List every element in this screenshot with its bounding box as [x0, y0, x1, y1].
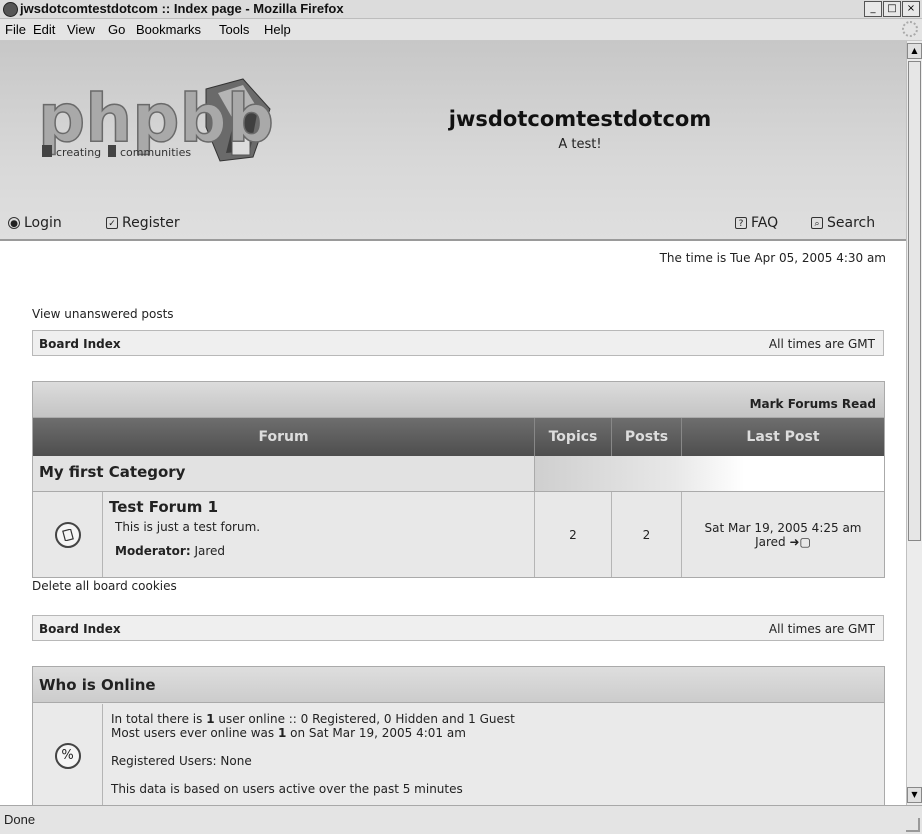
forum-table: Mark Forums Read Forum Topics Posts Last… [32, 381, 885, 578]
forum-topics-count: 2 [535, 492, 612, 577]
category-name[interactable]: My first Category [33, 456, 535, 491]
forum-header: phpbb creating communities jwsdotcomtest… [0, 41, 906, 241]
close-button[interactable]: × [902, 1, 920, 17]
last-post-user[interactable]: Jared [755, 535, 786, 549]
menu-bar: File Edit View Go Bookmarks Tools Help [0, 19, 922, 41]
help-icon: ? [735, 217, 747, 229]
registered-users: Registered Users: None [111, 754, 252, 768]
delete-cookies-link[interactable]: Delete all board cookies [32, 579, 177, 593]
header-forum: Forum [33, 418, 535, 456]
who-is-online-panel: Who is Online % In total there is 1 user… [32, 666, 885, 805]
status-text: Done [4, 812, 36, 827]
menu-edit[interactable]: Edit [33, 22, 55, 37]
site-title: jwsdotcomtestdotcom [448, 107, 712, 131]
search-icon: ⌕ [811, 217, 823, 229]
site-description: A test! [558, 137, 602, 152]
mark-forums-read-link[interactable]: Mark Forums Read [750, 397, 876, 411]
minimize-button[interactable]: _ [864, 1, 882, 17]
category-row: My first Category [33, 456, 884, 492]
online-users-icon: % [54, 742, 81, 769]
menu-file[interactable]: File [5, 22, 26, 37]
forum-name-link[interactable]: Test Forum 1 [109, 498, 528, 516]
page-content: phpbb creating communities jwsdotcomtest… [0, 41, 906, 805]
faq-label: FAQ [751, 215, 779, 231]
menu-help[interactable]: Help [264, 22, 291, 37]
active-note: This data is based on users active over … [111, 782, 463, 796]
who-is-online-title: Who is Online [33, 667, 884, 703]
register-label: Register [122, 215, 180, 231]
resize-grip-icon[interactable] [906, 818, 920, 832]
login-link[interactable]: ● Login [8, 215, 62, 231]
unanswered-posts-link[interactable]: View unanswered posts [32, 307, 174, 321]
lock-icon: ● [8, 217, 20, 229]
goto-last-post-icon[interactable]: ➜▢ [789, 535, 810, 549]
moderator-link[interactable]: Jared [194, 544, 225, 558]
search-label: Search [827, 215, 876, 231]
header-posts: Posts [612, 418, 682, 456]
breadcrumb: Board Index All times are GMT [32, 330, 884, 356]
last-post-date: Sat Mar 19, 2005 4:25 am [704, 520, 862, 535]
online-stats: In total there is 1 user online :: 0 Reg… [111, 712, 515, 796]
forum-description: This is just a test forum. [115, 520, 261, 534]
board-index-link[interactable]: Board Index [39, 337, 121, 351]
firefox-icon [3, 2, 18, 17]
checkbox-icon: ✓ [106, 217, 118, 229]
header-last-post: Last Post [746, 429, 820, 445]
forum-row: Test Forum 1 This is just a test forum. … [33, 492, 884, 577]
logo-tagline-b: communities [120, 146, 191, 159]
forum-folder-icon [54, 521, 81, 548]
maximize-button[interactable]: □ [883, 1, 901, 17]
timezone-note-bottom: All times are GMT [768, 622, 875, 636]
login-label: Login [24, 215, 62, 231]
throbber-icon [902, 21, 918, 37]
menu-tools[interactable]: Tools [219, 22, 249, 37]
scroll-down-arrow-icon[interactable]: ▼ [907, 787, 922, 803]
menu-bookmarks[interactable]: Bookmarks [136, 22, 201, 37]
table-header: Forum Topics Posts Last Post [33, 418, 884, 456]
menu-view[interactable]: View [67, 22, 95, 37]
online-record: Most users ever online was 1 on Sat Mar … [111, 726, 466, 740]
status-bar: Done [0, 805, 922, 834]
breadcrumb-bottom: Board Index All times are GMT [32, 615, 884, 641]
header-topics: Topics [535, 418, 612, 456]
forum-status-cell [33, 492, 103, 577]
register-link[interactable]: ✓ Register [106, 215, 180, 231]
current-time: The time is Tue Apr 05, 2005 4:30 am [659, 251, 886, 265]
board-index-link-bottom[interactable]: Board Index [39, 622, 121, 636]
timezone-note: All times are GMT [768, 337, 875, 351]
faq-link[interactable]: ? FAQ [735, 215, 778, 231]
scroll-up-arrow-icon[interactable]: ▲ [907, 43, 922, 59]
forum-moderator: Moderator: Jared [115, 544, 528, 558]
forum-posts-count: 2 [612, 492, 682, 577]
mark-read-bar: Mark Forums Read [33, 382, 884, 418]
vertical-scrollbar[interactable]: ▲ ▼ [906, 41, 922, 805]
forum-last-post-cell: Sat Mar 19, 2005 4:25 am Jared ➜▢ [682, 492, 884, 577]
moderator-label: Moderator: [115, 544, 191, 558]
menu-go[interactable]: Go [108, 22, 125, 37]
phpbb-logo[interactable]: phpbb creating communities [38, 69, 288, 179]
scroll-thumb[interactable] [908, 61, 921, 541]
search-link[interactable]: ⌕ Search [811, 215, 875, 231]
window-titlebar: jwsdotcomtestdotcom :: Index page - Mozi… [0, 0, 922, 19]
logo-tagline-a: creating [56, 146, 101, 159]
window-title: jwsdotcomtestdotcom :: Index page - Mozi… [20, 1, 344, 16]
forum-info-cell: Test Forum 1 This is just a test forum. … [103, 492, 535, 577]
online-total: In total there is 1 user online :: 0 Reg… [111, 712, 515, 726]
